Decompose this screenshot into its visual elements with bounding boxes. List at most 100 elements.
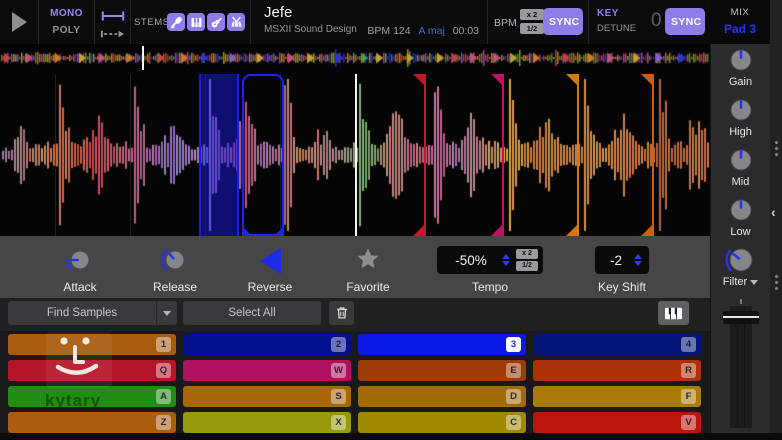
delete-button[interactable] — [329, 301, 354, 325]
pad-C[interactable]: C — [358, 412, 526, 433]
oneshot-mode-button[interactable] — [100, 8, 126, 18]
bpm-half-button[interactable]: 1/2 — [520, 23, 544, 34]
piano-keys-stem-button[interactable] — [187, 13, 205, 31]
step-down-icon[interactable] — [634, 261, 642, 266]
marker-flag — [641, 225, 652, 236]
drag-handle-dots[interactable] — [770, 138, 782, 159]
pad-key-badge: C — [506, 415, 521, 430]
overview-waveform-canvas[interactable] — [0, 48, 710, 68]
pad-4[interactable]: 4 — [533, 334, 701, 355]
step-up-icon[interactable] — [634, 254, 642, 259]
waveform-overview[interactable] — [0, 44, 710, 74]
marker-flag — [413, 74, 424, 85]
tempo-x2-button[interactable]: x 2 — [516, 249, 538, 259]
collapse-panel-chevron[interactable]: ‹ — [771, 204, 776, 220]
pad-key-badge: Z — [156, 415, 171, 430]
find-samples-caret[interactable] — [157, 311, 177, 316]
mix-knob-group-low: Low — [711, 194, 770, 244]
playthrough-mode-button[interactable] — [100, 26, 126, 36]
star-icon — [354, 246, 382, 274]
mix-knob-high[interactable] — [726, 94, 756, 125]
pad-V[interactable]: V — [533, 412, 701, 433]
pad-Z[interactable]: Z — [8, 412, 176, 433]
section-marker[interactable] — [577, 74, 579, 236]
pad-key-badge: A — [156, 389, 171, 404]
tempo-value[interactable]: -50% — [442, 253, 500, 268]
bpm-label: BPM — [494, 17, 517, 29]
mix-title: MIX — [710, 7, 770, 18]
pad-3[interactable]: 3 — [358, 334, 526, 355]
key-readout: A maj — [419, 25, 445, 37]
chevron-down-icon — [750, 280, 758, 285]
pad-F[interactable]: F — [533, 386, 701, 407]
tempo-half-button[interactable]: 1/2 — [516, 261, 538, 271]
key-sync-button[interactable]: SYNC — [665, 8, 705, 35]
find-samples-dropdown[interactable]: Find Samples — [8, 301, 177, 325]
bpm-x2-button[interactable]: x 2 — [520, 9, 544, 20]
key-shift-value[interactable]: -2 — [600, 253, 632, 268]
mix-panel: Gain High MidLow Filter — [710, 44, 770, 433]
bpm-readout: BPM 124 — [367, 25, 410, 37]
pad-region[interactable] — [199, 74, 239, 236]
pad-S[interactable]: S — [183, 386, 351, 407]
find-samples-label: Find Samples — [8, 307, 156, 319]
mix-knob-gain[interactable] — [726, 44, 756, 75]
pad-X[interactable]: X — [183, 412, 351, 433]
pad-R[interactable]: R — [533, 360, 701, 381]
mono-mode-button[interactable]: MONO — [39, 8, 94, 19]
stems-section: STEMS — [130, 0, 250, 44]
pad-region[interactable] — [242, 74, 284, 236]
step-down-icon[interactable] — [502, 261, 510, 266]
mix-knob-label: High — [729, 126, 752, 138]
pad-key-badge: R — [681, 363, 696, 378]
filter-knob[interactable] — [725, 244, 757, 275]
mix-knob-group-mid: Mid — [711, 144, 770, 194]
waveform-display[interactable] — [0, 74, 710, 236]
track-info-section: Jefe MSXII Sound Design BPM 124 A maj 00… — [250, 0, 487, 44]
pad-D[interactable]: D — [358, 386, 526, 407]
reverse-button[interactable] — [260, 248, 281, 274]
mix-knob-group-gain: Gain — [711, 44, 770, 94]
mix-knob-mid[interactable] — [726, 144, 756, 175]
guitar-stem-button[interactable] — [207, 13, 225, 31]
top-bar: MONO POLY STEMS Jefe MSXII Sound Design … — [0, 0, 710, 44]
favorite-button[interactable] — [338, 246, 398, 274]
marker-flag — [641, 74, 652, 85]
poly-mode-button[interactable]: POLY — [39, 25, 94, 36]
bpm-section: BPM x 2 1/2 SYNC — [487, 0, 588, 44]
tempo-value-box[interactable]: -50% x 2 1/2 — [437, 246, 543, 274]
release-knob[interactable] — [145, 246, 205, 274]
mix-knob-low[interactable] — [726, 194, 756, 225]
beat-gridline — [130, 74, 131, 236]
play-icon — [12, 12, 27, 32]
mix-panel-header: MIX Pad 3 — [710, 0, 770, 44]
attack-knob[interactable] — [50, 246, 110, 274]
section-marker[interactable] — [652, 74, 654, 236]
pad-volume-fader[interactable] — [711, 297, 771, 433]
marker-flag — [566, 74, 577, 85]
section-marker[interactable] — [502, 74, 504, 236]
fader-track[interactable] — [730, 306, 752, 428]
pad-E[interactable]: E — [358, 360, 526, 381]
section-marker[interactable] — [424, 74, 426, 236]
key-shift-value-box[interactable]: -2 — [595, 246, 649, 274]
filter-label-row[interactable]: Filter — [723, 276, 758, 288]
tempo-label: Tempo — [437, 280, 543, 294]
detune-value[interactable]: 0 — [651, 10, 662, 32]
play-button[interactable] — [0, 0, 38, 44]
step-up-icon[interactable] — [502, 254, 510, 259]
tempo-stepper[interactable] — [502, 254, 510, 266]
microphone-stem-button[interactable] — [167, 13, 185, 31]
drums-stem-button[interactable] — [227, 13, 245, 31]
key-shift-stepper[interactable] — [634, 254, 642, 266]
select-all-button[interactable]: Select All — [183, 301, 321, 325]
pad-W[interactable]: W — [183, 360, 351, 381]
drag-handle-dots[interactable] — [770, 272, 782, 293]
panel-edge-strip: ‹ — [770, 0, 782, 433]
fader-tick — [740, 299, 742, 304]
pad-2[interactable]: 2 — [183, 334, 351, 355]
bpm-sync-button[interactable]: SYNC — [543, 8, 583, 35]
chevron-down-icon — [163, 311, 171, 316]
keyboard-mode-button[interactable] — [658, 301, 689, 325]
fader-handle[interactable] — [723, 311, 759, 324]
